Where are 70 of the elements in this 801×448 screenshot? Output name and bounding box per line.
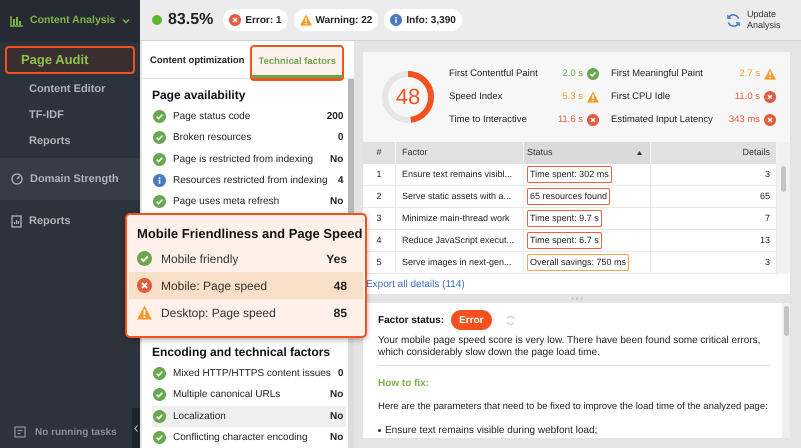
factor-value: 0 — [338, 367, 344, 382]
metric-label: First Contentful Paint — [449, 66, 539, 81]
factor-label: Broken resources — [173, 131, 252, 146]
metric-label: Time to Interactive — [449, 113, 528, 128]
status-tag: Time spent: 6.7 s — [527, 232, 602, 249]
factor-label: Mixed HTTP/HTTPS content issues — [173, 367, 331, 382]
status-text: No running tasks — [35, 426, 117, 440]
factor-value: 4 — [338, 174, 344, 188]
popup-row-label: Mobile friendly — [161, 250, 240, 268]
popup-row-value: Yes — [326, 250, 347, 268]
section-title: Encoding and technical factors — [152, 344, 332, 361]
factor-label: Resources restricted from indexing — [173, 174, 329, 188]
status-badge: Error — [451, 310, 492, 330]
table-cell-text: 5 — [376, 256, 382, 269]
table-cell-text: 3 — [376, 212, 382, 225]
factor-value: 200 — [326, 110, 344, 124]
table-cell-text: 3 — [764, 168, 770, 181]
table-cell-text: 7 — [764, 212, 770, 225]
gauge-score: 48 — [396, 86, 420, 108]
table-cell-text: 65 — [760, 190, 770, 203]
metric-value: 11.6 s — [558, 113, 583, 128]
factor-label: Multiple canonical URLs — [173, 388, 282, 402]
table-cell-text: 2 — [376, 190, 382, 203]
table-cell-text: Serve images in next-gen... — [402, 256, 512, 269]
factor-value: No — [330, 194, 344, 209]
status-tag: Time spent: 9.7 s — [527, 210, 602, 227]
factor-value: No — [330, 410, 344, 424]
score-percentage: 83.5% — [168, 10, 214, 30]
popup-row-value: 48 — [334, 278, 347, 294]
factor-value: 0 — [338, 131, 344, 146]
factor-label: Page status code — [173, 110, 252, 124]
metric-label: First Meaningful Paint — [611, 66, 704, 81]
factor-label: Page uses meta refresh — [173, 194, 280, 209]
popup-row-value: 85 — [334, 304, 347, 322]
sidebar-header-label: Content Analysis — [30, 13, 116, 28]
sidebar-section-label: Reports — [29, 214, 71, 229]
status-tag: Time spent: 302 ms — [527, 166, 612, 183]
metric-value: 2.0 s — [562, 66, 583, 81]
table-cell-text: Reduce JavaScript execut... — [402, 234, 514, 247]
metric-value: 343 ms — [728, 113, 760, 128]
popup-row-label: Mobile: Page speed — [161, 278, 268, 294]
factor-label: Localization — [173, 410, 227, 424]
bullet-text: Ensure text remains visible during webfont load; — [385, 424, 598, 438]
factor-value: No — [330, 388, 344, 402]
table-cell-text: 3 — [764, 256, 770, 269]
how-to-fix-text: Here are the parameters that need to be fixed to improve the load time of the analyzed page: — [378, 400, 769, 414]
popup-row-label: Desktop: Page speed — [161, 304, 277, 322]
factor-label: Conflicting character encoding — [173, 430, 309, 445]
metric-value: 2.7 s — [739, 66, 760, 81]
table-cell-text: 13 — [760, 234, 770, 247]
factor-status-label: Factor status: — [378, 314, 444, 328]
table-cell-text: 4 — [376, 234, 382, 247]
status-tag: Overall savings: 750 ms — [527, 254, 630, 271]
sidebar-section-label: Domain Strength — [30, 172, 119, 187]
how-to-fix-title: How to fix: — [378, 377, 430, 391]
section-title: Page availability — [152, 86, 246, 104]
metric-label: First CPU Idle — [611, 90, 672, 104]
status-tag: 65 resources found — [527, 188, 610, 205]
factor-value: No — [330, 430, 344, 445]
factor-label: Page is restricted from indexing — [173, 152, 314, 167]
table-cell-text: Serve static assets with a... — [402, 190, 512, 203]
metric-label: Speed Index — [449, 90, 504, 104]
table-cell-text: 1 — [376, 168, 382, 181]
table-cell-text: Ensure text remains visibl... — [402, 168, 512, 181]
metric-value: 11.0 s — [734, 90, 760, 104]
metric-value: 5.3 s — [562, 90, 583, 104]
table-cell-text: Minimize main-thread work — [402, 212, 510, 225]
factor-value: No — [330, 152, 344, 167]
description-text: Your mobile page speed score is very low. There have been found some critical errors, which considerably slow down the page load time. — [378, 335, 770, 366]
metric-label: Estimated Input Latency — [611, 113, 714, 128]
